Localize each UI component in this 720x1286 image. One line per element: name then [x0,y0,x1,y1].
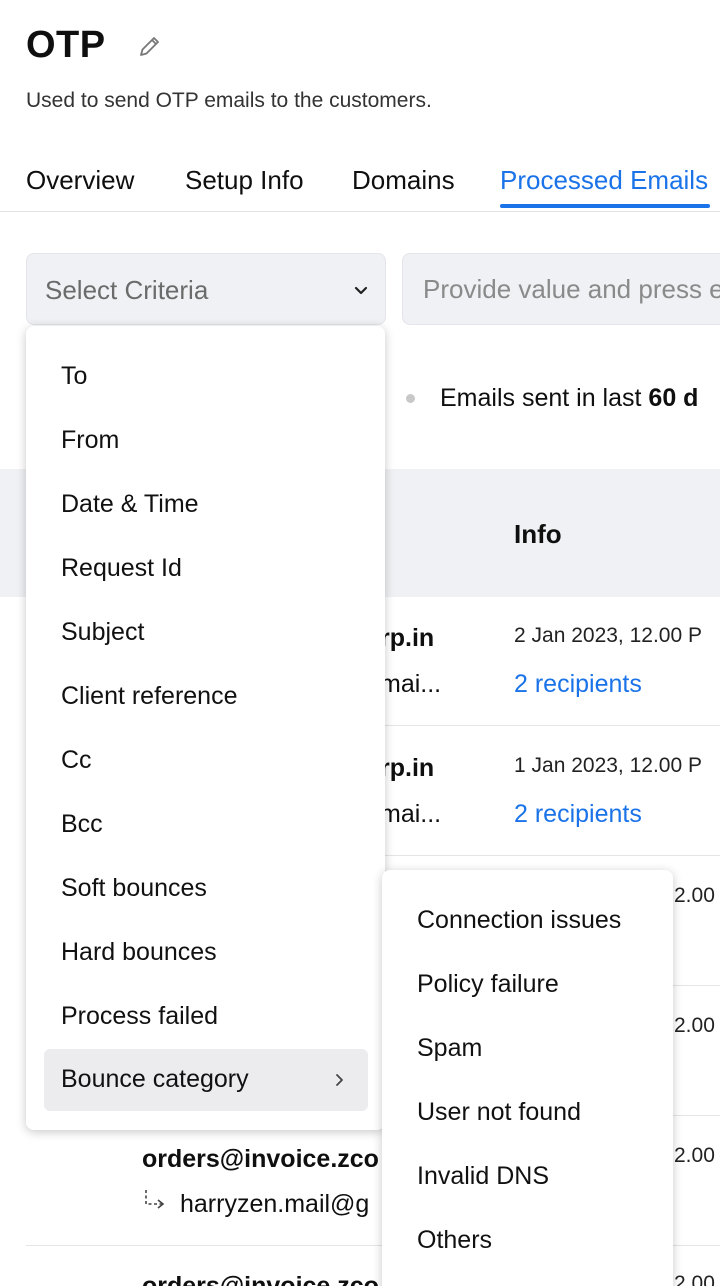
menu-item-subject[interactable]: Subject [44,602,368,664]
page-title: OTP [26,24,106,66]
cell-date: 1 Jan 2023, 12.00 P [514,754,702,777]
menu-item-label: Request Id [61,554,182,582]
tabs-divider [0,211,720,212]
criteria-select[interactable]: Select Criteria [26,253,386,325]
menu-item-from[interactable]: From [44,410,368,472]
menu-item-date-time[interactable]: Date & Time [44,474,368,536]
tab-overview[interactable]: Overview [26,165,134,196]
pencil-icon[interactable] [136,32,164,60]
cell-date: 2.00 [674,1272,715,1286]
cell-sender: rp.in [380,754,435,782]
menu-item-label: Subject [61,618,145,646]
submenu-item-invalid-dns[interactable]: Invalid DNS [382,1148,673,1208]
submenu-item-label: Spam [417,1034,483,1062]
chevron-down-icon [353,282,369,298]
menu-item-label: Bcc [61,810,103,838]
submenu-item-label: Connection issues [417,906,622,934]
submenu-item-user-not-found[interactable]: User not found [382,1084,673,1144]
submenu-item-connection-issues[interactable]: Connection issues [382,892,673,952]
criteria-dropdown-menu: To From Date & Time Request Id Subject C… [26,326,385,1130]
cell-sender: orders@invoice.zco [142,1145,379,1173]
tab-domains[interactable]: Domains [352,165,455,196]
criteria-select-label: Select Criteria [45,275,209,305]
cell-recipient: mai... [380,800,442,828]
cell-date: 2.00 [674,884,715,907]
info-line-days: 60 d [648,384,699,412]
page-subtitle: Used to send OTP emails to the customers… [26,89,432,112]
cell-sender: orders@invoice.zco [142,1272,379,1286]
bounce-category-submenu: Connection issues Policy failure Spam Us… [382,870,673,1286]
cell-date: 2.00 [674,1144,715,1167]
submenu-item-label: Invalid DNS [417,1162,549,1190]
bullet-dot [406,394,415,403]
cell-date: 2.00 [674,1014,715,1037]
menu-item-label: Date & Time [61,490,199,518]
chevron-right-icon [332,1072,346,1088]
cell-recipient: mai... [380,670,442,698]
menu-item-client-reference[interactable]: Client reference [44,666,368,728]
tab-processed-emails[interactable]: Processed Emails [500,165,708,196]
menu-item-hard-bounces[interactable]: Hard bounces [44,922,368,984]
menu-item-label: Process failed [61,1002,219,1030]
menu-item-soft-bounces[interactable]: Soft bounces [44,858,368,920]
reply-arrow-icon [142,1188,168,1214]
menu-item-request-id[interactable]: Request Id [44,538,368,600]
menu-item-label: Hard bounces [61,938,217,966]
column-header-info: Info [514,519,562,549]
menu-item-label: Client reference [61,682,238,710]
tab-setup-info[interactable]: Setup Info [185,165,304,196]
menu-item-bcc[interactable]: Bcc [44,794,368,856]
cell-sender: rp.in [380,624,435,652]
menu-item-cc[interactable]: Cc [44,730,368,792]
menu-item-to[interactable]: To [44,346,368,408]
menu-item-label: To [61,362,88,390]
active-tab-indicator [500,204,710,208]
menu-item-process-failed[interactable]: Process failed [44,986,368,1048]
menu-item-bounce-category[interactable]: Bounce category [44,1049,368,1111]
cell-recipient: harryzen.mail@g [180,1190,370,1218]
submenu-item-label: User not found [417,1098,581,1126]
submenu-item-others[interactable]: Others [382,1212,673,1272]
info-line: Emails sent in last 60 d [440,384,698,413]
submenu-item-policy-failure[interactable]: Policy failure [382,956,673,1016]
menu-item-label: Bounce category [61,1065,249,1093]
search-value-input[interactable] [402,253,720,325]
cell-date: 2 Jan 2023, 12.00 P [514,624,702,647]
recipients-link[interactable]: 2 recipients [514,670,642,699]
menu-item-label: Cc [61,746,92,774]
submenu-item-label: Others [417,1226,493,1254]
menu-item-label: Soft bounces [61,874,207,902]
submenu-item-label: Policy failure [417,970,559,998]
info-line-text: Emails sent in last [440,384,649,412]
menu-item-label: From [61,426,120,454]
submenu-item-spam[interactable]: Spam [382,1020,673,1080]
recipients-link[interactable]: 2 recipients [514,800,642,829]
